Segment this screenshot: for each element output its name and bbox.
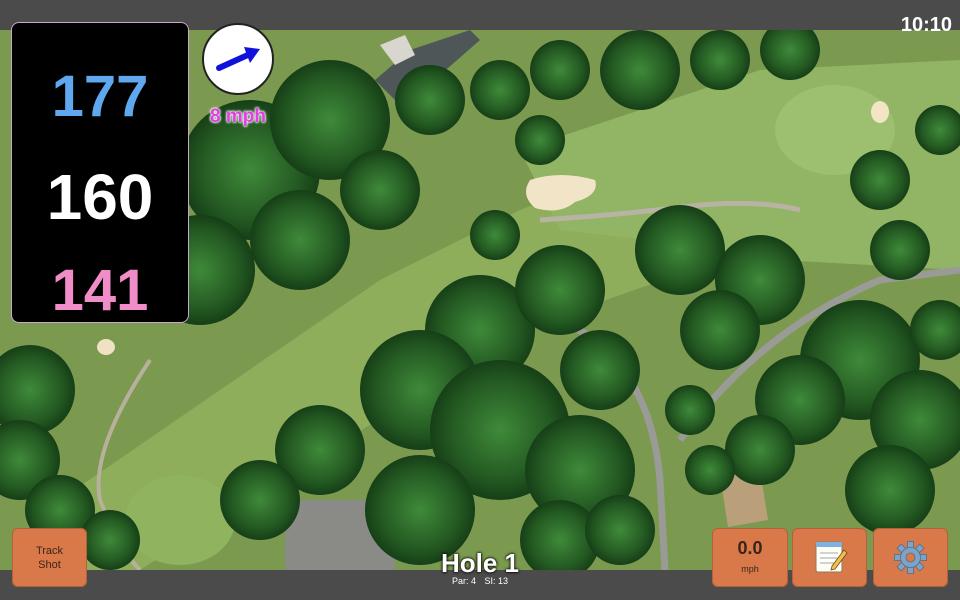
track-shot-label: Track Shot [35, 544, 64, 571]
distance-front: 141 [51, 258, 149, 323]
arrow-right-icon [216, 47, 260, 71]
settings-button[interactable] [873, 528, 948, 587]
notepad-icon [815, 541, 848, 573]
track-shot-button[interactable]: Track Shot [12, 528, 87, 587]
distance-panel: 177 160 141 [11, 22, 189, 323]
wind-indicator [202, 23, 274, 95]
hole-par: Par: 4 [451, 576, 476, 586]
hole-meta: Par: 4 SI: 13 [400, 576, 560, 586]
speed-value: 0.0 [737, 538, 763, 558]
notes-button[interactable] [792, 528, 867, 587]
hole-si: SI: 13 [484, 576, 509, 586]
distance-back: 177 [51, 64, 149, 129]
speed-unit: mph [741, 564, 759, 574]
speed-button[interactable]: 0.0 mph [712, 528, 788, 587]
clock: 10:10 [900, 14, 952, 36]
distance-middle: 160 [46, 161, 154, 233]
wind-speed: 8 mph [210, 106, 266, 127]
hole-title: Hole 1 [440, 548, 520, 578]
gear-icon [894, 541, 927, 574]
